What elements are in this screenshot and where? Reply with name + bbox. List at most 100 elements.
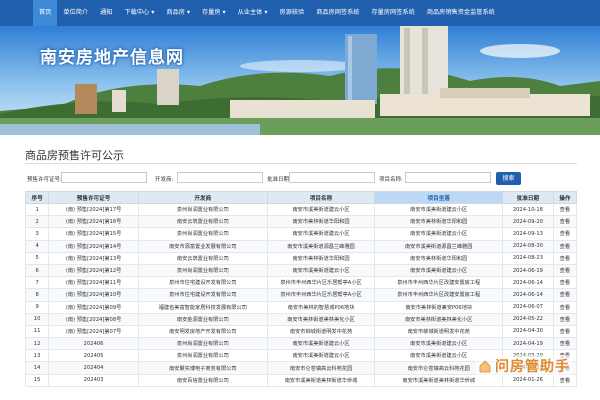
table-cell: 南安云筑置业有限公司 (137, 215, 268, 229)
table-cell: 南安市美林街道华阳和园 (266, 215, 376, 229)
view-link[interactable]: 查看 (552, 337, 578, 351)
table-cell: 南安云筑置业有限公司 (137, 251, 268, 265)
table-cell: 泉州尚润置业有限公司 (137, 337, 268, 351)
table-cell: 1 (24, 202, 50, 217)
table-cell: 南安市溪美街道建云小区 (374, 227, 504, 241)
view-link[interactable]: 查看 (552, 324, 578, 339)
house-icon (479, 360, 491, 373)
page-title: 商品房预售许可公示 (25, 149, 124, 162)
table-cell: 南安聚实博电子商务有限公司 (137, 361, 268, 375)
table-row: 8 (南) 预售[2024]第10号 泉州市住宅建设开发有限公司 泉州市丰州西华片区乐… (24, 288, 578, 302)
table-row: 7 (南) 预售[2024]第11号 泉州市住宅建设开发有限公司 泉州市丰州西华片区乐… (24, 276, 578, 290)
table-cell: 2024-05-22 (502, 312, 554, 326)
nav-item[interactable]: 通知 (94, 0, 118, 26)
table-cell: 南安市美林街道美林美化小区 (374, 312, 504, 326)
table-row: 11 (南) 预售[2024]第07号 南安明发房地产开发有限公司 南安市柳城街道明发… (24, 324, 578, 339)
table-cell: 泉州尚润置业有限公司 (137, 227, 268, 241)
table-row: 2 (南) 预售[2024]第16号 南安云筑置业有限公司 南安市美林街道华阳和园 南安… (24, 215, 578, 229)
view-link[interactable]: 查看 (552, 202, 578, 217)
nav-item[interactable]: 房源核验 (273, 0, 310, 26)
table-cell: 202406 (48, 337, 139, 351)
nav-item[interactable]: 商品房 ▾ (160, 0, 196, 26)
view-link[interactable]: 查看 (552, 300, 578, 314)
column-header: 项目坐落 (374, 191, 504, 204)
column-header: 开发商 (137, 191, 268, 204)
table-cell: (南) 预售[2024]第12号 (48, 263, 139, 278)
table-cell: 2024-08-30 (502, 239, 554, 253)
table-cell: 2024-04-30 (502, 324, 554, 339)
column-header: 操作 (552, 191, 578, 204)
table-cell: (南) 预售[2024]第14号 (48, 239, 139, 253)
table-cell: 南安市溪美街道源昌兰峰雅园 (374, 239, 504, 253)
table-cell: (南) 预售[2024]第11号 (48, 276, 139, 290)
table-cell: 9 (24, 300, 50, 314)
table-cell: 南安市美林街道兼安P06地块 (374, 300, 504, 314)
table-cell: 202403 (48, 373, 139, 387)
table-cell: 泉州市丰州西华片区乐居帮亭A小区 (266, 288, 376, 302)
table-row: 10 (南) 预售[2024]第08号 南安金源置业有限公司 南安市美林街道美林美化小… (24, 312, 578, 326)
table-cell: 202404 (48, 361, 139, 375)
project-input[interactable] (405, 172, 491, 183)
table-cell: 南安市溪美街道建云小区 (266, 337, 376, 351)
table-cell: 南安市溪美街道建云小区 (266, 349, 376, 363)
table-cell: 14 (24, 361, 50, 375)
table-cell: 3 (24, 227, 50, 241)
approval-date-input[interactable] (289, 172, 375, 183)
developer-input[interactable] (177, 172, 263, 183)
view-link[interactable]: 查看 (552, 239, 578, 253)
column-header: 项目名称 (266, 191, 376, 204)
table-cell: (南) 预售[2024]第07号 (48, 324, 139, 339)
table-row: 6 (南) 预售[2024]第12号 泉州尚润置业有限公司 南安市溪美街道建云小区 南安… (24, 263, 578, 278)
nav-item[interactable]: 下载中心 ▾ (119, 0, 161, 26)
nav-item[interactable]: 单位简介 (57, 0, 94, 26)
table-cell: 泉州尚润置业有限公司 (137, 202, 268, 217)
site-title: 南安房地产信息网 (40, 48, 184, 68)
table-cell: 5 (24, 251, 50, 265)
table-cell: 泉州市住宅建设开发有限公司 (137, 288, 268, 302)
nav-item[interactable]: 商品房销售资金监管系统 (421, 0, 501, 26)
view-link[interactable]: 查看 (552, 215, 578, 229)
table-cell: 2024-04-19 (502, 337, 554, 351)
table-cell: 泉州市丰州西华片区改建安置房工程 (374, 288, 504, 302)
table-cell: 2024-10-18 (502, 202, 554, 217)
developer-label: 开发商: (155, 177, 174, 183)
table-cell: 南安市美林街道美林美化小区 (266, 312, 376, 326)
nav-item[interactable]: 商品房网签系统 (310, 0, 365, 26)
view-link[interactable]: 查看 (552, 263, 578, 278)
table-cell: 南安百信置业有限公司 (137, 373, 268, 387)
table-cell: 南安明发房地产开发有限公司 (137, 324, 268, 339)
table-header: 序号 预售许可证号 开发商 项目名称 项目坐落 批准日期 操作 (24, 191, 578, 204)
table-cell: 南安市溪美街道建云小区 (374, 202, 504, 217)
table-cell: 泉州市住宅建设开发有限公司 (137, 276, 268, 290)
table-cell: 2 (24, 215, 50, 229)
view-link[interactable]: 查看 (552, 288, 578, 302)
table-cell: 2024-09-20 (502, 215, 554, 229)
nav-item[interactable]: 存量房网签系统 (366, 0, 421, 26)
table-cell: (南) 预售[2024]第08号 (48, 312, 139, 326)
nav-item[interactable]: 首页 (33, 0, 58, 26)
table-cell: 2024-06-14 (502, 276, 554, 290)
table-cell: (南) 预售[2024]第17号 (48, 202, 139, 217)
nav-item[interactable]: 从业主体 ▾ (232, 0, 274, 26)
table-row: 5 (南) 预售[2024]第13号 南安云筑置业有限公司 南安市美林街道华阳和园 南安… (24, 251, 578, 265)
table-cell: 6 (24, 263, 50, 278)
permit-input[interactable] (61, 172, 147, 183)
permit-label: 预售许可证号: (27, 177, 62, 183)
view-link[interactable]: 查看 (552, 227, 578, 241)
table-cell: 南安市溪美街道美林街道华侨城 (266, 373, 376, 387)
table-cell: 南安市溪美街道建云小区 (266, 227, 376, 241)
nav-item[interactable]: 存量房 ▾ (196, 0, 232, 26)
view-link[interactable]: 查看 (552, 251, 578, 265)
table-cell: 2024-06-19 (502, 263, 554, 278)
table-cell: 南安市源富置业发展有限公司 (137, 239, 268, 253)
view-link[interactable]: 查看 (552, 276, 578, 290)
table-cell: 南安市美林街道华阳和园 (266, 251, 376, 265)
table-cell: 2024-08-23 (502, 251, 554, 265)
table-cell: 泉州市丰州西华片区乐居帮亭A小区 (266, 276, 376, 290)
table-cell: 泉州尚润置业有限公司 (137, 263, 268, 278)
search-button[interactable]: 搜索 (496, 172, 521, 185)
table-cell: 南安市溪美街道建云小区 (266, 263, 376, 278)
view-link[interactable]: 查看 (552, 312, 578, 326)
table-row: 4 (南) 预售[2024]第14号 南安市源富置业发展有限公司 南安市溪美街道源昌兰… (24, 239, 578, 253)
table-cell: 2024-09-13 (502, 227, 554, 241)
